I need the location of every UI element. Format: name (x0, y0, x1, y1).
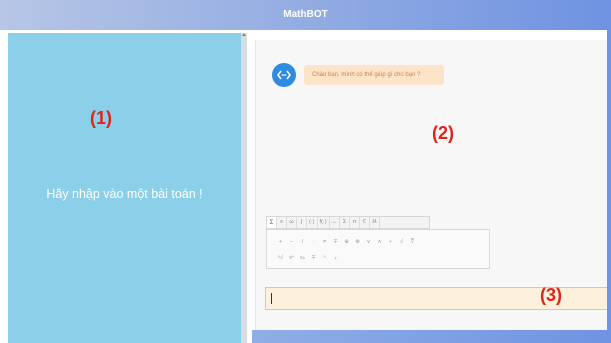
math-symbol-button[interactable]: ∓ (308, 254, 319, 262)
text-caret (271, 293, 272, 304)
region-label-2: (2) (432, 123, 454, 143)
math-tab-2[interactable]: ω (287, 217, 297, 228)
right-edge-bar (607, 30, 611, 330)
math-symbol-button[interactable]: ∛ (407, 238, 418, 246)
math-tab-10[interactable]: ℝ (370, 217, 381, 228)
math-tab-7[interactable]: Σ (340, 217, 351, 228)
bottom-bar (252, 330, 611, 343)
bot-code-icon (277, 70, 291, 80)
math-symbol-button[interactable]: xₙ (297, 254, 308, 262)
math-tab-9[interactable]: ℂ (360, 217, 371, 228)
math-symbol-button[interactable]: · (308, 238, 319, 246)
math-tab-5[interactable]: f(·) (318, 217, 330, 228)
problem-prompt: Hãy nhập vào một bài toán ! (46, 187, 203, 201)
math-tab-8[interactable]: π (350, 217, 361, 228)
math-toolbar: Σx ω ∫ (·) f(·) ↔ Σπ ℂ ℝ (266, 216, 430, 229)
app-title: MathBOT (283, 9, 328, 20)
math-symbol-button[interactable]: ⁿ (319, 254, 330, 262)
math-symbol-button[interactable]: ⁿ√ (275, 254, 286, 262)
math-symbol-button[interactable]: ⊗ (352, 238, 363, 246)
region-label-1: (1) (90, 108, 112, 128)
left-panel-scrollbar[interactable] (241, 33, 247, 343)
math-symbol-button[interactable]: ≠ (319, 238, 330, 246)
bot-message-bubble: Chào bạn, mình có thể giúp gì cho bạn ? (304, 65, 444, 85)
math-tab-1[interactable]: x (277, 217, 287, 228)
title-bar: MathBOT (0, 0, 611, 30)
math-symbol-button[interactable]: xⁿ (286, 254, 297, 262)
math-tab-4[interactable]: (·) (307, 217, 318, 228)
symbol-row-2: ⁿ√ xⁿ xₙ ∓ ⁿ ₓ (275, 254, 341, 262)
math-tab-6[interactable]: ↔ (330, 217, 341, 228)
math-symbol-button[interactable]: ∓ (330, 238, 341, 246)
math-symbol-panel: + − / · ≠ ∓ ⊕ ⊗ ∨ ∧ ∘ √ ∛ ⁿ√ xⁿ xₙ ∓ ⁿ ₓ (266, 229, 490, 269)
math-symbol-button[interactable]: √ (396, 238, 407, 246)
math-symbol-button[interactable]: ∘ (385, 238, 396, 246)
scroll-up-arrow-icon[interactable] (242, 33, 246, 36)
math-symbol-button[interactable]: ∧ (374, 238, 385, 246)
math-symbol-button[interactable]: ⊕ (341, 238, 352, 246)
math-symbol-button[interactable]: ∨ (363, 238, 374, 246)
math-tab-3[interactable]: ∫ (297, 217, 307, 228)
symbol-row-1: + − / · ≠ ∓ ⊕ ⊗ ∨ ∧ ∘ √ ∛ (275, 238, 418, 246)
region-label-3: (3) (540, 285, 562, 305)
bot-avatar (272, 63, 296, 87)
math-symbol-button[interactable]: + (275, 238, 286, 246)
math-symbol-button[interactable]: / (297, 238, 308, 246)
math-symbol-button[interactable]: − (286, 238, 297, 246)
math-tab-0[interactable]: Σ (267, 217, 277, 228)
math-symbol-button[interactable]: ₓ (330, 254, 341, 262)
